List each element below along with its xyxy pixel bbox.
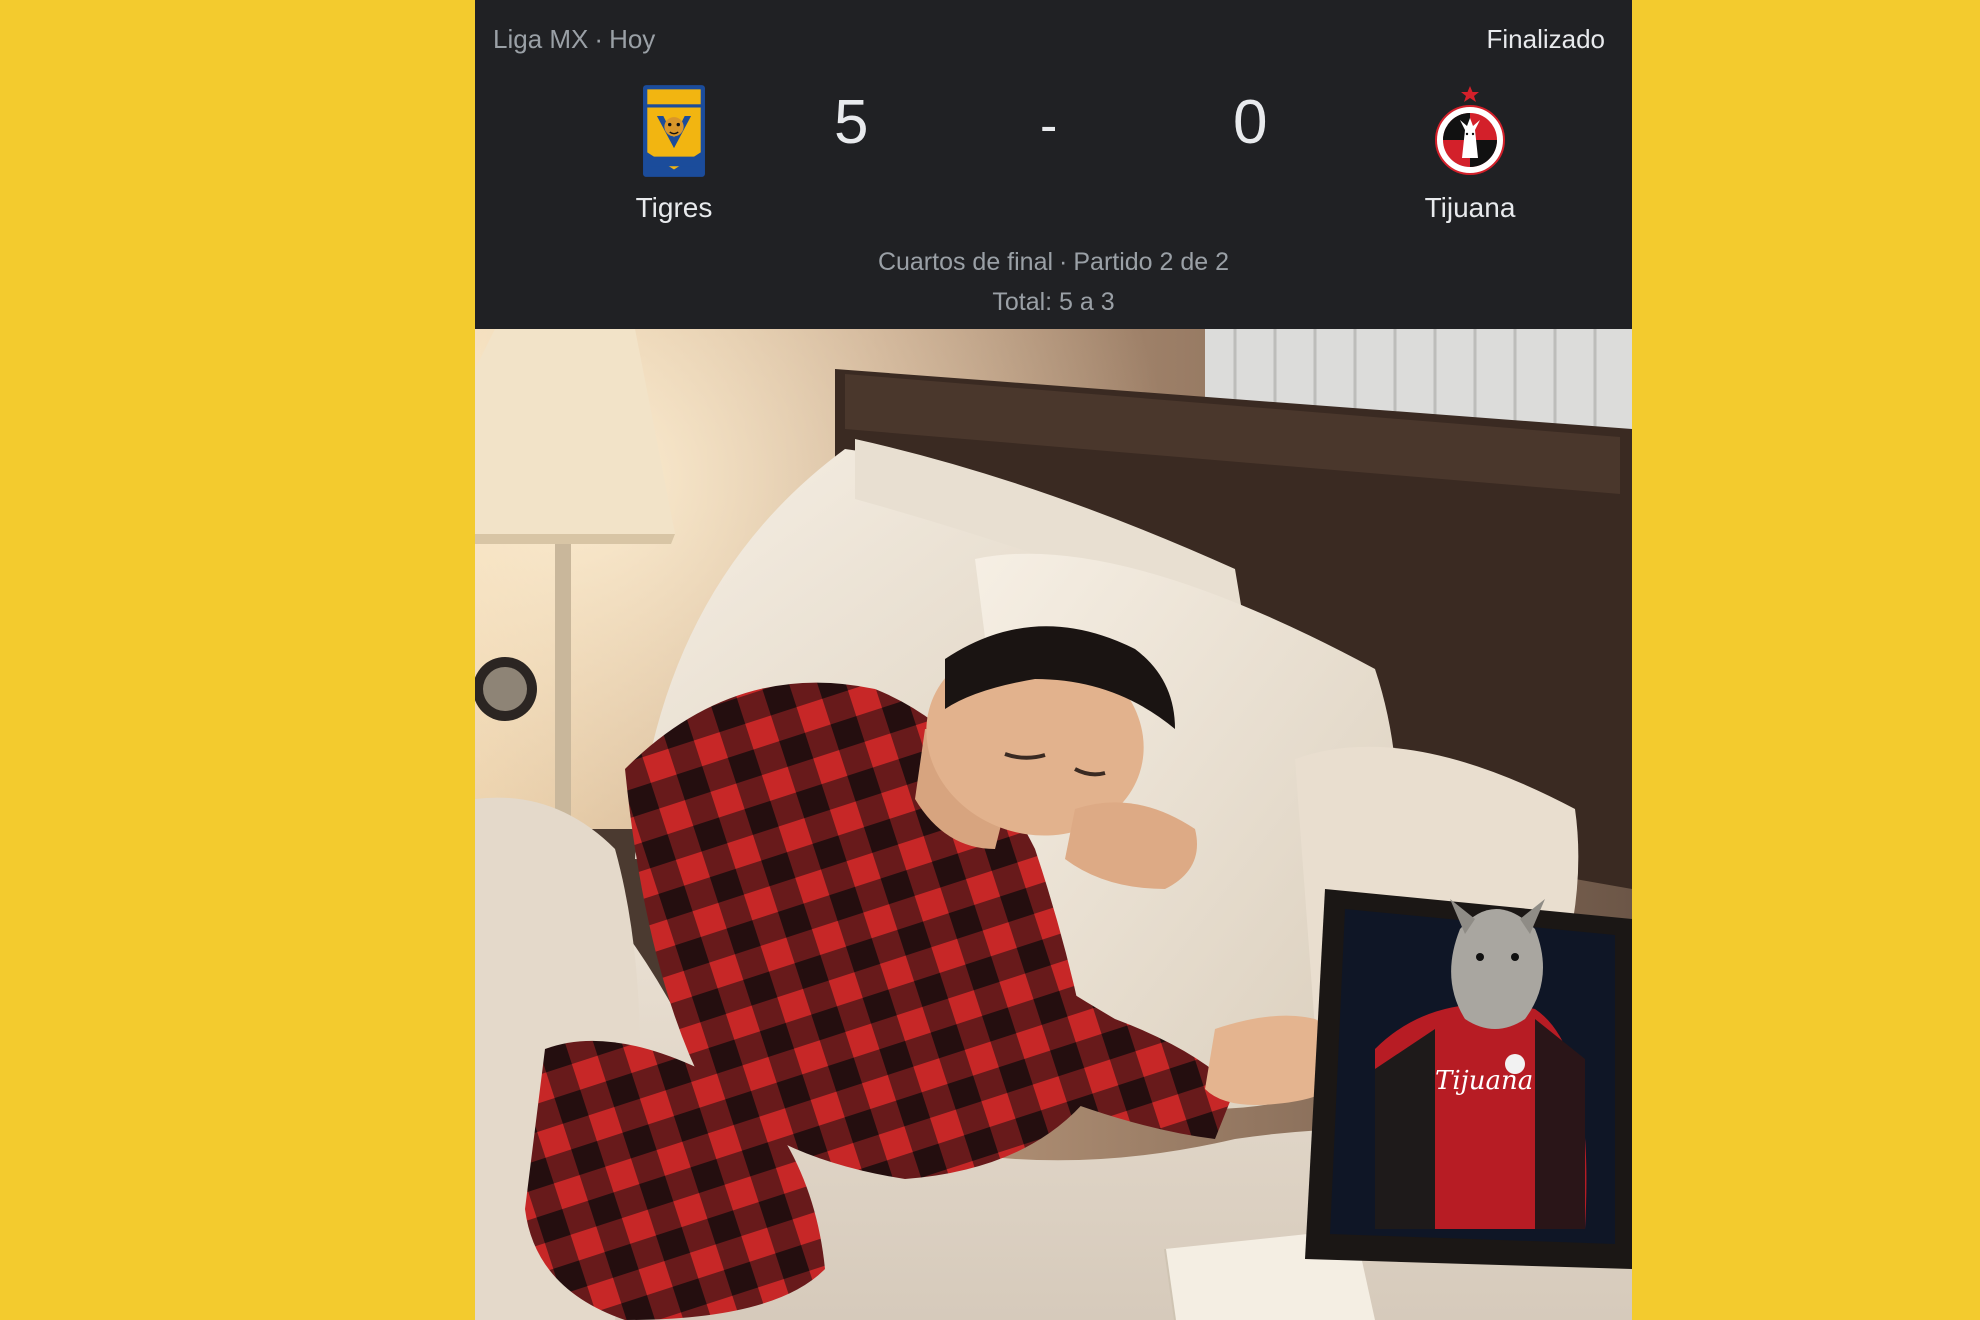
content-column: Liga MX · Hoy Finalizado Tigres 5 - 0 Ti…: [475, 0, 1632, 1320]
meta-separator: ·: [594, 24, 604, 54]
match-meta: Liga MX · Hoy: [493, 24, 655, 55]
score-separator: -: [1040, 97, 1058, 155]
match-status: Finalizado: [1486, 24, 1605, 54]
away-score: 0: [1233, 88, 1268, 157]
league-name[interactable]: Liga MX: [493, 24, 588, 54]
home-team[interactable]: Tigres: [554, 84, 794, 224]
match-leg: Partido 2 de 2: [1073, 248, 1230, 276]
away-team-name: Tijuana: [1424, 192, 1516, 223]
match-scorecard[interactable]: Liga MX · Hoy Finalizado Tigres 5 - 0 Ti…: [475, 0, 1632, 329]
round-separator: ·: [1059, 248, 1068, 276]
sleeping-fan-photo: Tijuana: [475, 329, 1632, 1320]
round-name: Cuartos de final: [877, 248, 1054, 276]
home-score: 5: [834, 88, 869, 157]
tigres-uanl-crest-icon: [643, 85, 705, 177]
framed-photo-text: Tijuana: [1435, 1066, 1533, 1096]
club-tijuana-crest-icon: [1435, 86, 1505, 175]
home-team-name: Tigres: [635, 192, 713, 223]
match-round: Cuartos de final · Partido 2 de 2: [475, 248, 1632, 277]
match-date: Hoy: [609, 24, 656, 54]
away-team[interactable]: Tijuana: [1350, 84, 1590, 224]
aggregate-score: Total: 5 a 3: [992, 288, 1115, 316]
